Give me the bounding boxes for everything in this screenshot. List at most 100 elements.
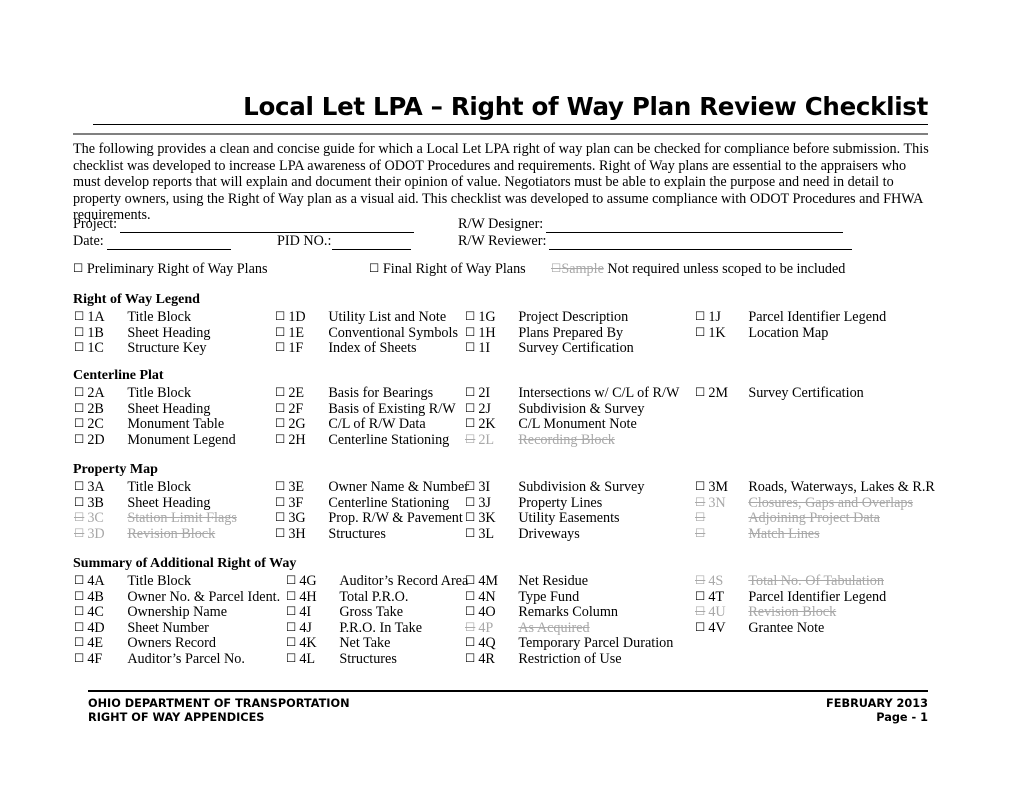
checklist-item[interactable]: ☐ Match Lines [695, 526, 820, 543]
checklist-item[interactable]: ☐ 3B Sheet Heading [74, 495, 210, 512]
checkbox-icon[interactable]: ☐ [465, 432, 475, 446]
checkbox-icon[interactable]: ☐ [74, 510, 84, 524]
checklist-item[interactable]: ☐ 1G Project Description [465, 309, 628, 326]
checklist-item[interactable]: ☐ 4P As Acquired [465, 620, 590, 637]
checkbox-icon[interactable]: ☐ [465, 479, 475, 493]
checklist-item[interactable]: ☐ 2J Subdivision & Survey [465, 401, 644, 418]
checklist-item[interactable]: ☐ 4O Remarks Column [465, 604, 618, 621]
checklist-item[interactable]: ☐ 4K Net Take [286, 635, 390, 652]
checkbox-icon[interactable]: ☐ [286, 635, 296, 649]
checkbox-icon[interactable]: ☐ [465, 309, 475, 323]
checklist-item[interactable]: ☐ 1I Survey Certification [465, 340, 634, 357]
checklist-item[interactable]: ☐ 1B Sheet Heading [74, 325, 210, 342]
checkbox-icon[interactable]: ☐ [275, 432, 285, 446]
checklist-item[interactable]: ☐ 4V Grantee Note [695, 620, 824, 637]
checkbox-icon[interactable]: ☐ [465, 325, 475, 339]
checklist-item[interactable]: ☐ 1D Utility List and Note [275, 309, 446, 326]
checkbox-icon[interactable]: ☐ [74, 401, 84, 415]
checkbox-icon[interactable]: ☐ [275, 309, 285, 323]
checkbox-icon[interactable]: ☐ [465, 620, 475, 634]
checkbox-icon[interactable]: ☐ [74, 340, 84, 354]
checklist-item[interactable]: ☐ 4H Total P.R.O. [286, 589, 408, 606]
checklist-item[interactable]: ☐ 4M Net Residue [465, 573, 588, 590]
checklist-item[interactable]: ☐ 4F Auditor’s Parcel No. [74, 651, 245, 668]
checklist-item[interactable]: ☐ 2C Monument Table [74, 416, 224, 433]
checkbox-icon[interactable]: ☐ [465, 340, 475, 354]
checkbox-icon[interactable]: ☐ [275, 340, 285, 354]
checklist-item[interactable]: ☐ 4E Owners Record [74, 635, 216, 652]
checklist-item[interactable]: ☐ 4U Revision Block [695, 604, 836, 621]
checkbox-icon[interactable]: ☐ [465, 495, 475, 509]
checklist-item[interactable]: ☐ 1H Plans Prepared By [465, 325, 623, 342]
checklist-item[interactable]: ☐ 1A Title Block [74, 309, 191, 326]
checkbox-icon[interactable]: ☐ [695, 385, 705, 399]
checkbox-icon[interactable]: ☐ [275, 526, 285, 540]
checkbox-icon[interactable]: ☐ [551, 261, 561, 275]
checklist-item[interactable]: ☐ 1J Parcel Identifier Legend [695, 309, 886, 326]
project-input[interactable] [120, 220, 415, 233]
checklist-item[interactable]: ☐ 2I Intersections w/ C/L of R/W [465, 385, 679, 402]
checkbox-icon[interactable]: ☐ [465, 401, 475, 415]
checkbox-sample-plans[interactable]: ☐Sample Not required unless scoped to be… [551, 261, 845, 278]
checklist-item[interactable]: ☐ 3A Title Block [74, 479, 191, 496]
checkbox-icon[interactable]: ☐ [286, 589, 296, 603]
checkbox-icon[interactable]: ☐ [74, 385, 84, 399]
checklist-item[interactable]: ☐ 3N Closures, Gaps and Overlaps [695, 495, 913, 512]
checkbox-icon[interactable]: ☐ [275, 385, 285, 399]
checkbox-icon[interactable]: ☐ [74, 589, 84, 603]
checkbox-icon[interactable]: ☐ [286, 573, 296, 587]
checklist-item[interactable]: ☐ 4I Gross Take [286, 604, 403, 621]
checkbox-icon[interactable]: ☐ [74, 604, 84, 618]
checkbox-icon[interactable]: ☐ [695, 510, 705, 524]
checkbox-icon[interactable]: ☐ [74, 479, 84, 493]
checkbox-icon[interactable]: ☐ [73, 261, 83, 275]
reviewer-input[interactable] [549, 237, 853, 250]
checklist-item[interactable]: ☐ 3L Driveways [465, 526, 580, 543]
checklist-item[interactable]: ☐ 1F Index of Sheets [275, 340, 417, 357]
checkbox-icon[interactable]: ☐ [74, 573, 84, 587]
pid-input[interactable] [332, 237, 412, 250]
checklist-item[interactable]: ☐ 2K C/L Monument Note [465, 416, 637, 433]
checklist-item[interactable]: ☐ 3M Roads, Waterways, Lakes & R.R [695, 479, 935, 496]
checkbox-icon[interactable]: ☐ [465, 385, 475, 399]
checkbox-icon[interactable]: ☐ [695, 526, 705, 540]
checklist-item[interactable]: ☐ 2L Recording Block [465, 432, 615, 449]
checklist-item[interactable]: ☐ 3K Utility Easements [465, 510, 620, 527]
checkbox-icon[interactable]: ☐ [465, 635, 475, 649]
checklist-item[interactable]: ☐ 4B Owner No. & Parcel Ident. [74, 589, 280, 606]
checkbox-icon[interactable]: ☐ [74, 416, 84, 430]
checklist-item[interactable]: ☐ 3I Subdivision & Survey [465, 479, 644, 496]
checkbox-icon[interactable]: ☐ [465, 604, 475, 618]
date-input[interactable] [106, 237, 231, 250]
checkbox-final-plans[interactable]: ☐ Final Right of Way Plans [369, 261, 526, 278]
checkbox-icon[interactable]: ☐ [275, 401, 285, 415]
checklist-item[interactable]: ☐ 4S Total No. Of Tabulation [695, 573, 884, 590]
checkbox-icon[interactable]: ☐ [695, 479, 705, 493]
checklist-item[interactable]: ☐ 2A Title Block [74, 385, 191, 402]
checkbox-icon[interactable]: ☐ [695, 589, 705, 603]
checklist-item[interactable]: ☐ 4R Restriction of Use [465, 651, 622, 668]
checklist-item[interactable]: ☐ 4D Sheet Number [74, 620, 209, 637]
checklist-item[interactable]: ☐ 2D Monument Legend [74, 432, 236, 449]
checkbox-preliminary-plans[interactable]: ☐ Preliminary Right of Way Plans [73, 261, 268, 278]
checkbox-icon[interactable]: ☐ [465, 651, 475, 665]
checkbox-icon[interactable]: ☐ [275, 510, 285, 524]
checkbox-icon[interactable]: ☐ [465, 416, 475, 430]
checkbox-icon[interactable]: ☐ [275, 479, 285, 493]
checkbox-icon[interactable]: ☐ [286, 620, 296, 634]
checklist-item[interactable]: ☐ 4Q Temporary Parcel Duration [465, 635, 673, 652]
checkbox-icon[interactable]: ☐ [74, 635, 84, 649]
checkbox-icon[interactable]: ☐ [74, 526, 84, 540]
checklist-item[interactable]: ☐ 2G C/L of R/W Data [275, 416, 426, 433]
checkbox-icon[interactable]: ☐ [695, 573, 705, 587]
checkbox-icon[interactable]: ☐ [465, 510, 475, 524]
checkbox-icon[interactable]: ☐ [74, 620, 84, 634]
checkbox-icon[interactable]: ☐ [74, 325, 84, 339]
checklist-item[interactable]: ☐ 3H Structures [275, 526, 386, 543]
checklist-item[interactable]: ☐ 4L Structures [286, 651, 397, 668]
checklist-item[interactable]: ☐ 3G Prop. R/W & Pavement [275, 510, 463, 527]
checkbox-icon[interactable]: ☐ [465, 573, 475, 587]
checkbox-icon[interactable]: ☐ [74, 432, 84, 446]
checkbox-icon[interactable]: ☐ [465, 589, 475, 603]
checklist-item[interactable]: ☐ 3C Station Limit Flags [74, 510, 237, 527]
